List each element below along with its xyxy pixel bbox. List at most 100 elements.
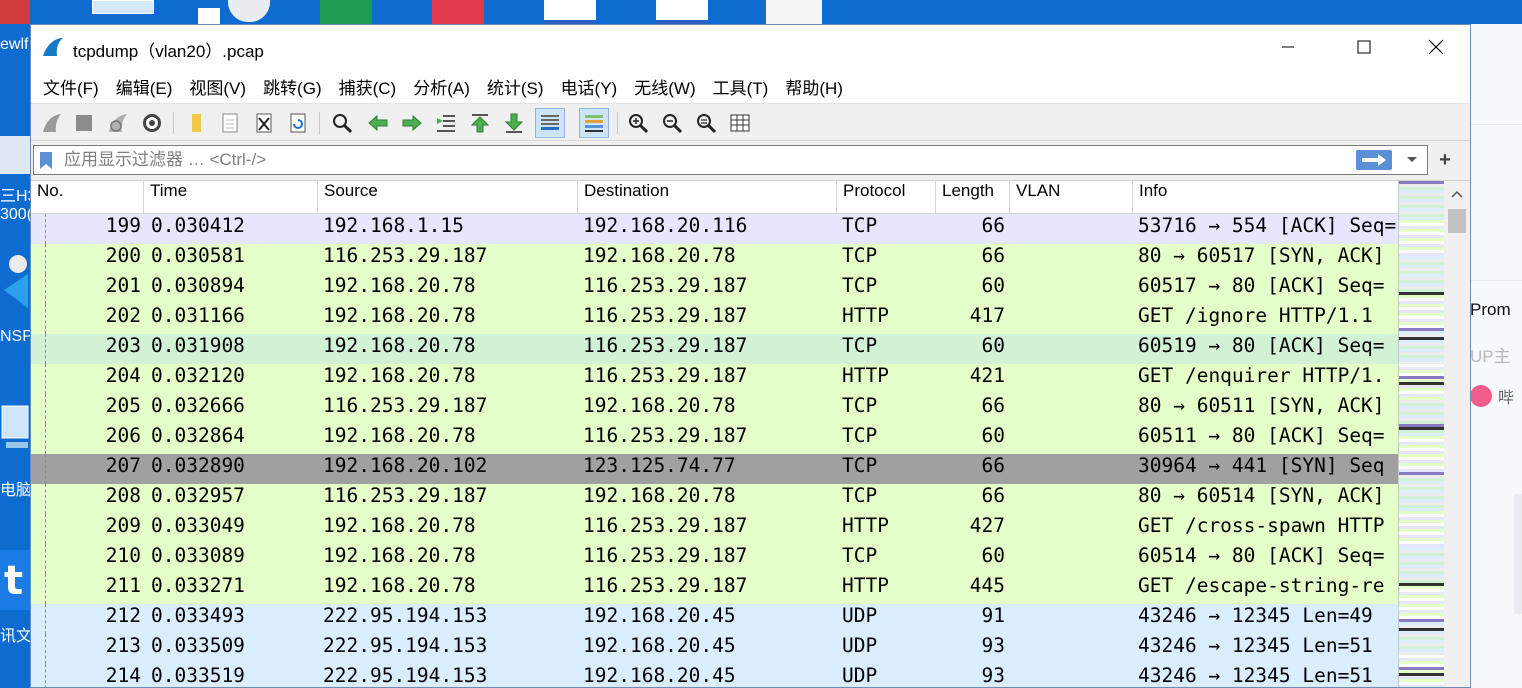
open-folder-icon[interactable]: [181, 108, 211, 138]
filter-history-dropdown[interactable]: [1402, 150, 1422, 170]
packet-minimap[interactable]: [1398, 181, 1444, 687]
packet-row[interactable]: 212 0.033493 222.95.194.153 192.168.20.45 UD…: [31, 604, 1398, 634]
desktop-shortcut-icon[interactable]: [198, 8, 220, 24]
go-forward-arrow-icon[interactable]: [397, 108, 427, 138]
packet-row[interactable]: 208 0.032957 116.253.29.187 192.168.20.78 TC…: [31, 484, 1398, 514]
packet-row[interactable]: 202 0.031166 192.168.20.78 116.253.29.187 HT…: [31, 304, 1398, 334]
restart-fin-icon[interactable]: [103, 108, 133, 138]
bookmark-icon[interactable]: [38, 151, 54, 170]
packet-row[interactable]: 207 0.032890 192.168.20.102 123.125.74.77 TC…: [31, 454, 1398, 484]
menu-view[interactable]: 视图(V): [181, 74, 254, 99]
menu-tools[interactable]: 工具(T): [705, 74, 777, 99]
cell-length: 417: [969, 304, 1005, 327]
resize-columns-icon[interactable]: [725, 108, 755, 138]
packet-row[interactable]: 214 0.033519 222.95.194.153 192.168.20.45 UD…: [31, 664, 1398, 687]
desktop-network-icon[interactable]: [0, 136, 30, 174]
add-filter-button[interactable]: +: [1430, 145, 1460, 175]
go-to-packet-icon[interactable]: [431, 108, 461, 138]
cell-no: 210: [105, 544, 141, 567]
desktop-binary-icon[interactable]: [766, 0, 822, 24]
packet-row[interactable]: 211 0.033271 192.168.20.78 116.253.29.187 HT…: [31, 574, 1398, 604]
packet-row[interactable]: 199 0.030412 192.168.1.15 192.168.20.116 TCP…: [31, 214, 1398, 244]
scrollbar-thumb[interactable]: [1448, 209, 1466, 233]
cell-destination: 192.168.20.78: [583, 244, 736, 267]
last-packet-icon[interactable]: [499, 108, 529, 138]
cell-source: 116.253.29.187: [323, 244, 488, 267]
cell-length: 91: [981, 604, 1005, 627]
menu-wireless[interactable]: 无线(W): [626, 74, 703, 99]
cell-no: 204: [105, 364, 141, 387]
column-header-length[interactable]: Length: [936, 181, 1010, 214]
cell-time: 0.031908: [151, 334, 245, 357]
menu-edit[interactable]: 编辑(E): [108, 74, 181, 99]
close-button[interactable]: [1401, 25, 1470, 69]
menu-help[interactable]: 帮助(H): [777, 74, 851, 99]
cell-length: 66: [981, 454, 1005, 477]
column-header-vlan[interactable]: VLAN: [1010, 181, 1133, 214]
close-file-icon[interactable]: [249, 108, 279, 138]
column-header-no[interactable]: No.: [31, 181, 144, 214]
zoom-normal-icon[interactable]: [691, 108, 721, 138]
packet-row[interactable]: 209 0.033049 192.168.20.78 116.253.29.187 HT…: [31, 514, 1398, 544]
packet-row[interactable]: 201 0.030894 192.168.20.78 116.253.29.187 TC…: [31, 274, 1398, 304]
desktop-sheet-icon[interactable]: [320, 0, 372, 24]
menu-go[interactable]: 跳转(G): [255, 74, 330, 99]
cell-info: 80 → 60517 [SYN, ACK]: [1138, 244, 1385, 267]
vertical-scrollbar[interactable]: [1444, 181, 1470, 687]
file-icon[interactable]: [215, 108, 245, 138]
apply-filter-button[interactable]: [1356, 150, 1392, 170]
cell-protocol: HTTP: [842, 574, 889, 597]
cell-source: 192.168.20.78: [323, 544, 476, 567]
column-header-time[interactable]: Time: [144, 181, 318, 214]
packet-row[interactable]: 210 0.033089 192.168.20.78 116.253.29.187 TC…: [31, 544, 1398, 574]
menu-capture[interactable]: 捕获(C): [331, 74, 405, 99]
cell-info: 43246 → 12345 Len=51: [1138, 664, 1373, 687]
desktop-word-icon-2[interactable]: [656, 0, 708, 24]
column-header-destination[interactable]: Destination: [578, 181, 837, 214]
maximize-button[interactable]: [1329, 25, 1399, 69]
cell-destination: 116.253.29.187: [583, 364, 748, 387]
zoom-out-icon[interactable]: [657, 108, 687, 138]
scroll-up-arrow-icon[interactable]: [1444, 181, 1470, 207]
go-back-arrow-icon[interactable]: [363, 108, 393, 138]
column-header-protocol[interactable]: Protocol: [837, 181, 936, 214]
desktop-chat-icon[interactable]: [228, 0, 270, 22]
desktop-pdf-icon[interactable]: [432, 0, 484, 24]
colorize-icon[interactable]: [579, 108, 609, 138]
cell-info: 60517 → 80 [ACK] Seq=: [1138, 274, 1385, 297]
menu-telephony[interactable]: 电话(Y): [553, 74, 626, 99]
display-filter-input[interactable]: [64, 149, 1344, 171]
menu-analyze[interactable]: 分析(A): [405, 74, 478, 99]
title-bar[interactable]: tcpdump（vlan20）.pcap: [31, 25, 1470, 69]
reload-icon[interactable]: [283, 108, 313, 138]
desktop-app-icon[interactable]: [0, 0, 30, 24]
packet-row[interactable]: 203 0.031908 192.168.20.78 116.253.29.187 TC…: [31, 334, 1398, 364]
stop-square-icon[interactable]: [69, 108, 99, 138]
cell-source: 192.168.20.78: [323, 304, 476, 327]
cell-length: 60: [981, 334, 1005, 357]
desktop-doc-icon[interactable]: [92, 0, 154, 14]
packet-row[interactable]: 200 0.030581 116.253.29.187 192.168.20.78 TC…: [31, 244, 1398, 274]
packet-row[interactable]: 206 0.032864 192.168.20.78 116.253.29.187 TC…: [31, 424, 1398, 454]
capture-options-gear-icon[interactable]: [137, 108, 167, 138]
desktop-ensp-icon[interactable]: [2, 250, 30, 316]
cell-length: 60: [981, 544, 1005, 567]
find-magnifier-icon[interactable]: [327, 108, 357, 138]
desktop-word-icon[interactable]: [544, 0, 596, 24]
desktop-computer-icon[interactable]: [0, 400, 30, 456]
column-header-source[interactable]: Source: [318, 181, 578, 214]
desktop-tencent-icon[interactable]: t: [0, 550, 30, 610]
autoscroll-icon[interactable]: [535, 108, 565, 138]
packet-row[interactable]: 204 0.032120 192.168.20.78 116.253.29.187 HT…: [31, 364, 1398, 394]
cell-length: 60: [981, 424, 1005, 447]
zoom-in-icon[interactable]: [623, 108, 653, 138]
column-header-info[interactable]: Info: [1133, 181, 1398, 214]
menu-file[interactable]: 文件(F): [35, 74, 107, 99]
menu-statistics[interactable]: 统计(S): [479, 74, 552, 99]
minimize-button[interactable]: [1253, 25, 1323, 69]
packet-rows: 199 0.030412 192.168.1.15 192.168.20.116 TCP…: [31, 214, 1398, 687]
packet-row[interactable]: 213 0.033509 222.95.194.153 192.168.20.45 UD…: [31, 634, 1398, 664]
packet-row[interactable]: 205 0.032666 116.253.29.187 192.168.20.78 TC…: [31, 394, 1398, 424]
first-packet-icon[interactable]: [465, 108, 495, 138]
shark-fin-start-icon[interactable]: [37, 108, 67, 138]
